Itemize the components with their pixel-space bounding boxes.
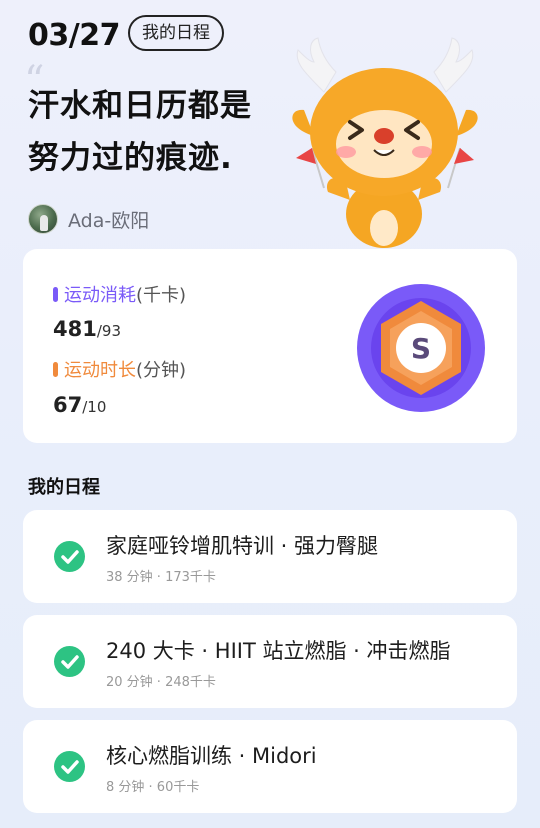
check-icon[interactable] [54, 541, 85, 572]
slogan-line-2: 努力过的痕迹. [28, 140, 233, 176]
schedule-item[interactable]: 240 大卡 · HIIT 站立燃脂 · 冲击燃脂 20 分钟 · 248千卡 [23, 615, 517, 708]
duration-label: 运动时长 (分钟) [53, 356, 186, 382]
calories-unit: (千卡) [136, 285, 187, 306]
rank-badge-icon: S [357, 284, 485, 412]
schedule-item-meta: 8 分钟 · 60千卡 [106, 780, 200, 795]
duration-label-text: 运动时长 [64, 360, 136, 381]
author: Ada-欧阳 [28, 204, 149, 234]
author-name: Ada-欧阳 [68, 209, 150, 232]
slogan: 汗水和日历都是 努力过的痕迹. [28, 80, 252, 184]
schedule-item-title: 家庭哑铃增肌特训 · 强力臀腿 [106, 534, 379, 558]
stats-card: 运动消耗 (千卡) 481/93 运动时长 (分钟) 67/10 S [23, 249, 517, 443]
calories-value: 481/93 [53, 317, 121, 341]
schedule-item-title: 240 大卡 · HIIT 站立燃脂 · 冲击燃脂 [106, 639, 451, 663]
duration-number: 67 [53, 393, 83, 417]
slogan-line-1: 汗水和日历都是 [28, 88, 252, 124]
deer-mascot-icon [292, 37, 478, 248]
check-icon[interactable] [54, 646, 85, 677]
calories-number: 481 [53, 317, 97, 341]
schedule-item-meta: 20 分钟 · 248千卡 [106, 675, 216, 690]
calories-label: 运动消耗 (千卡) [53, 281, 186, 307]
badge-letter: S [411, 332, 431, 365]
schedule-item-meta: 38 分钟 · 173千卡 [106, 570, 216, 585]
duration-value: 67/10 [53, 393, 106, 417]
check-icon[interactable] [54, 751, 85, 782]
schedule-title: 我的日程 [28, 477, 100, 498]
schedule-item[interactable]: 核心燃脂训练 · Midori 8 分钟 · 60千卡 [23, 720, 517, 813]
avatar [28, 204, 58, 234]
header-date: 03/27 [28, 18, 120, 53]
calories-label-text: 运动消耗 [64, 285, 136, 306]
schedule-item[interactable]: 家庭哑铃增肌特训 · 强力臀腿 38 分钟 · 173千卡 [23, 510, 517, 603]
duration-bar-icon [53, 361, 58, 377]
duration-target: /10 [82, 398, 107, 416]
duration-unit: (分钟) [136, 360, 187, 381]
my-schedule-tag[interactable]: 我的日程 [128, 15, 224, 51]
calories-target: /93 [96, 322, 121, 340]
calories-bar-icon [53, 286, 58, 302]
schedule-item-title: 核心燃脂训练 · Midori [106, 744, 317, 768]
